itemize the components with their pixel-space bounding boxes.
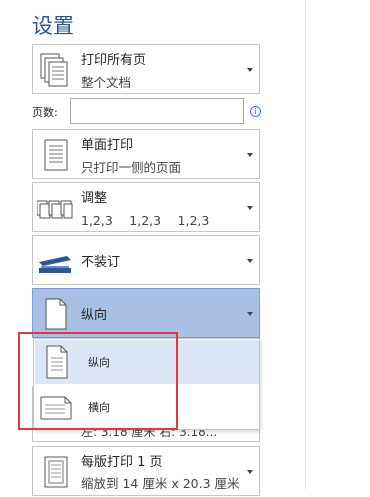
collate-sub: 1,2,3 1,2,3 1,2,3 (81, 213, 210, 228)
chevron-down-icon (247, 153, 253, 157)
portrait-icon (37, 295, 73, 335)
collate-label: 调整 (81, 191, 108, 206)
collate-icon (36, 189, 73, 229)
staple-dropdown[interactable]: 不装订 (32, 235, 260, 285)
chevron-down-icon (247, 470, 253, 474)
orientation-dropdown[interactable]: 纵向 (32, 288, 260, 338)
staple-label: 不装订 (81, 255, 121, 270)
orientation-label: 纵向 (81, 308, 108, 323)
pages-label: 页数: (32, 106, 58, 119)
chevron-down-icon (247, 312, 253, 316)
stapler-icon (37, 242, 73, 282)
single-sided-icon (37, 136, 73, 176)
per-sheet-sub: 缩放到 14 厘米 x 20.3 厘米 (81, 476, 240, 491)
print-range-sub: 整个文档 (81, 75, 132, 90)
print-range-label: 打印所有页 (81, 53, 147, 68)
per-sheet-label: 每版打印 1 页 (81, 455, 163, 470)
pages-input[interactable] (70, 98, 244, 124)
print-range-dropdown[interactable]: 打印所有页 整个文档 (32, 44, 260, 94)
info-icon[interactable]: i (250, 106, 261, 117)
chevron-down-icon (247, 259, 253, 263)
pages-per-sheet-icon (37, 453, 73, 493)
pages-icon (37, 51, 73, 91)
sides-label: 单面打印 (81, 138, 134, 153)
chevron-down-icon (247, 206, 253, 210)
page-title: 设置 (32, 14, 74, 38)
panel-divider (305, 0, 306, 489)
sides-dropdown[interactable]: 单面打印 只打印一侧的页面 (32, 129, 260, 179)
collate-dropdown[interactable]: 调整 1,2,3 1,2,3 1,2,3 (32, 182, 260, 232)
sides-sub: 只打印一侧的页面 (81, 160, 182, 175)
chevron-down-icon (247, 68, 253, 72)
highlight-annotation (18, 332, 178, 430)
